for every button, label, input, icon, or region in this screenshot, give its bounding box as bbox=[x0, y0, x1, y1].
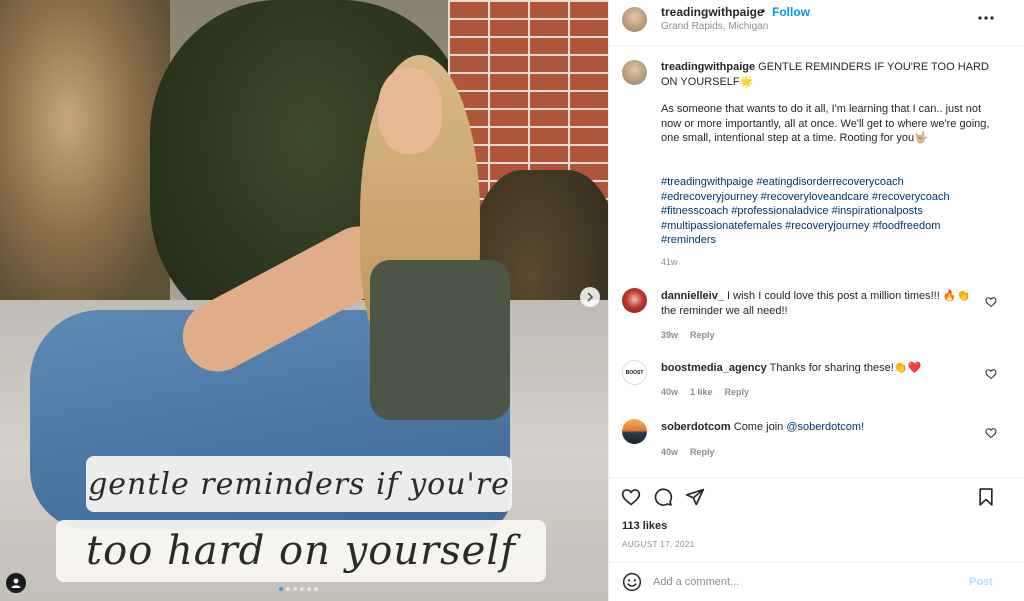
commenter-avatar-logo-text: BOOST bbox=[625, 369, 644, 376]
carousel-dot bbox=[314, 587, 318, 591]
chevron-right-icon bbox=[587, 292, 594, 302]
tagged-users-button[interactable] bbox=[6, 573, 26, 593]
user-tag-icon bbox=[11, 578, 21, 588]
bookmark-icon[interactable] bbox=[976, 487, 996, 507]
carousel-dot bbox=[307, 587, 311, 591]
commenter-avatar[interactable]: BOOST bbox=[622, 360, 647, 385]
heart-icon[interactable] bbox=[621, 487, 641, 507]
photo-grass bbox=[0, 0, 170, 300]
comment-timestamp[interactable]: 40w bbox=[661, 447, 678, 457]
heart-icon[interactable] bbox=[985, 427, 997, 439]
comments-section[interactable]: treadingwithpaige GENTLE REMINDERS IF YO… bbox=[609, 47, 1024, 477]
caption-username[interactable]: treadingwithpaige bbox=[661, 61, 755, 73]
carousel-dot bbox=[293, 587, 297, 591]
comment-text: boostmedia_agency Thanks for sharing the… bbox=[661, 361, 971, 376]
photo-text-line-1: gentle reminders if you're bbox=[86, 456, 512, 512]
carousel-dot bbox=[300, 587, 304, 591]
post-comment-button[interactable]: Post bbox=[969, 576, 993, 588]
post-location[interactable]: Grand Rapids, Michigan bbox=[661, 21, 768, 32]
photo-person-face bbox=[378, 68, 442, 154]
post-date: AUGUST 17, 2021 bbox=[622, 540, 695, 549]
caption-hashtags[interactable]: #treadingwithpaige #eatingdisorderrecove… bbox=[661, 175, 991, 248]
comment-reply-button[interactable]: Reply bbox=[725, 387, 750, 397]
comment-input[interactable] bbox=[653, 572, 953, 592]
likes-count[interactable]: 113 likes bbox=[622, 520, 667, 532]
comment-text: dannielleiv_ I wish I could love this po… bbox=[661, 289, 971, 319]
post-actions: 113 likes AUGUST 17, 2021 bbox=[609, 477, 1024, 572]
comment-body: Thanks for sharing these!👏❤️ bbox=[766, 362, 922, 374]
post-header: treadingwithpaige • Follow Grand Rapids,… bbox=[609, 0, 1024, 46]
emoji-icon[interactable] bbox=[622, 572, 642, 592]
caption-body: As someone that wants to do it all, I'm … bbox=[661, 103, 990, 144]
commenter-avatar[interactable] bbox=[622, 288, 647, 313]
caption-headline: treadingwithpaige GENTLE REMINDERS IF YO… bbox=[661, 60, 991, 89]
comment-meta: 40w 1 like Reply bbox=[661, 387, 749, 397]
comment-text: soberdotcom Come join @soberdotcom! bbox=[661, 420, 971, 435]
comment-likes-count[interactable]: 1 like bbox=[690, 387, 713, 397]
photo-text-line-2: too hard on yourself bbox=[56, 520, 546, 582]
photo-person-top bbox=[370, 260, 510, 420]
commenter-avatar[interactable] bbox=[622, 419, 647, 444]
next-slide-button[interactable] bbox=[580, 287, 600, 307]
comment-timestamp[interactable]: 40w bbox=[661, 387, 678, 397]
caption-avatar[interactable] bbox=[622, 60, 647, 85]
comment-icon[interactable] bbox=[653, 487, 673, 507]
carousel-dot bbox=[279, 587, 283, 591]
header-separator: • bbox=[761, 4, 766, 18]
post-panel: treadingwithpaige • Follow Grand Rapids,… bbox=[608, 0, 1024, 601]
comment-meta: 40w Reply bbox=[661, 447, 715, 457]
commenter-username[interactable]: boostmedia_agency bbox=[661, 362, 767, 374]
caption-timestamp[interactable]: 41w bbox=[661, 257, 678, 267]
comment-meta: 39w Reply bbox=[661, 330, 715, 340]
post-photo[interactable]: gentle reminders if you're too hard on y… bbox=[0, 0, 608, 601]
follow-button[interactable]: Follow bbox=[772, 5, 810, 19]
comment-reply-button[interactable]: Reply bbox=[690, 447, 715, 457]
carousel-dots bbox=[279, 587, 318, 591]
heart-icon[interactable] bbox=[985, 296, 997, 308]
author-username[interactable]: treadingwithpaige bbox=[661, 5, 764, 19]
comment-mention[interactable]: @soberdotcom! bbox=[786, 421, 864, 433]
author-avatar[interactable] bbox=[622, 7, 647, 32]
send-icon[interactable] bbox=[685, 487, 705, 507]
heart-icon[interactable] bbox=[985, 368, 997, 380]
comment-body: Come join bbox=[730, 421, 787, 433]
commenter-username[interactable]: soberdotcom bbox=[661, 421, 731, 433]
more-options-button[interactable] bbox=[977, 9, 995, 27]
add-comment-bar: Post bbox=[609, 562, 1024, 601]
commenter-username[interactable]: dannielleiv_ bbox=[661, 290, 724, 302]
more-horizontal-icon bbox=[978, 16, 994, 20]
comment-timestamp[interactable]: 39w bbox=[661, 330, 678, 340]
carousel-dot bbox=[286, 587, 290, 591]
comment-reply-button[interactable]: Reply bbox=[690, 330, 715, 340]
